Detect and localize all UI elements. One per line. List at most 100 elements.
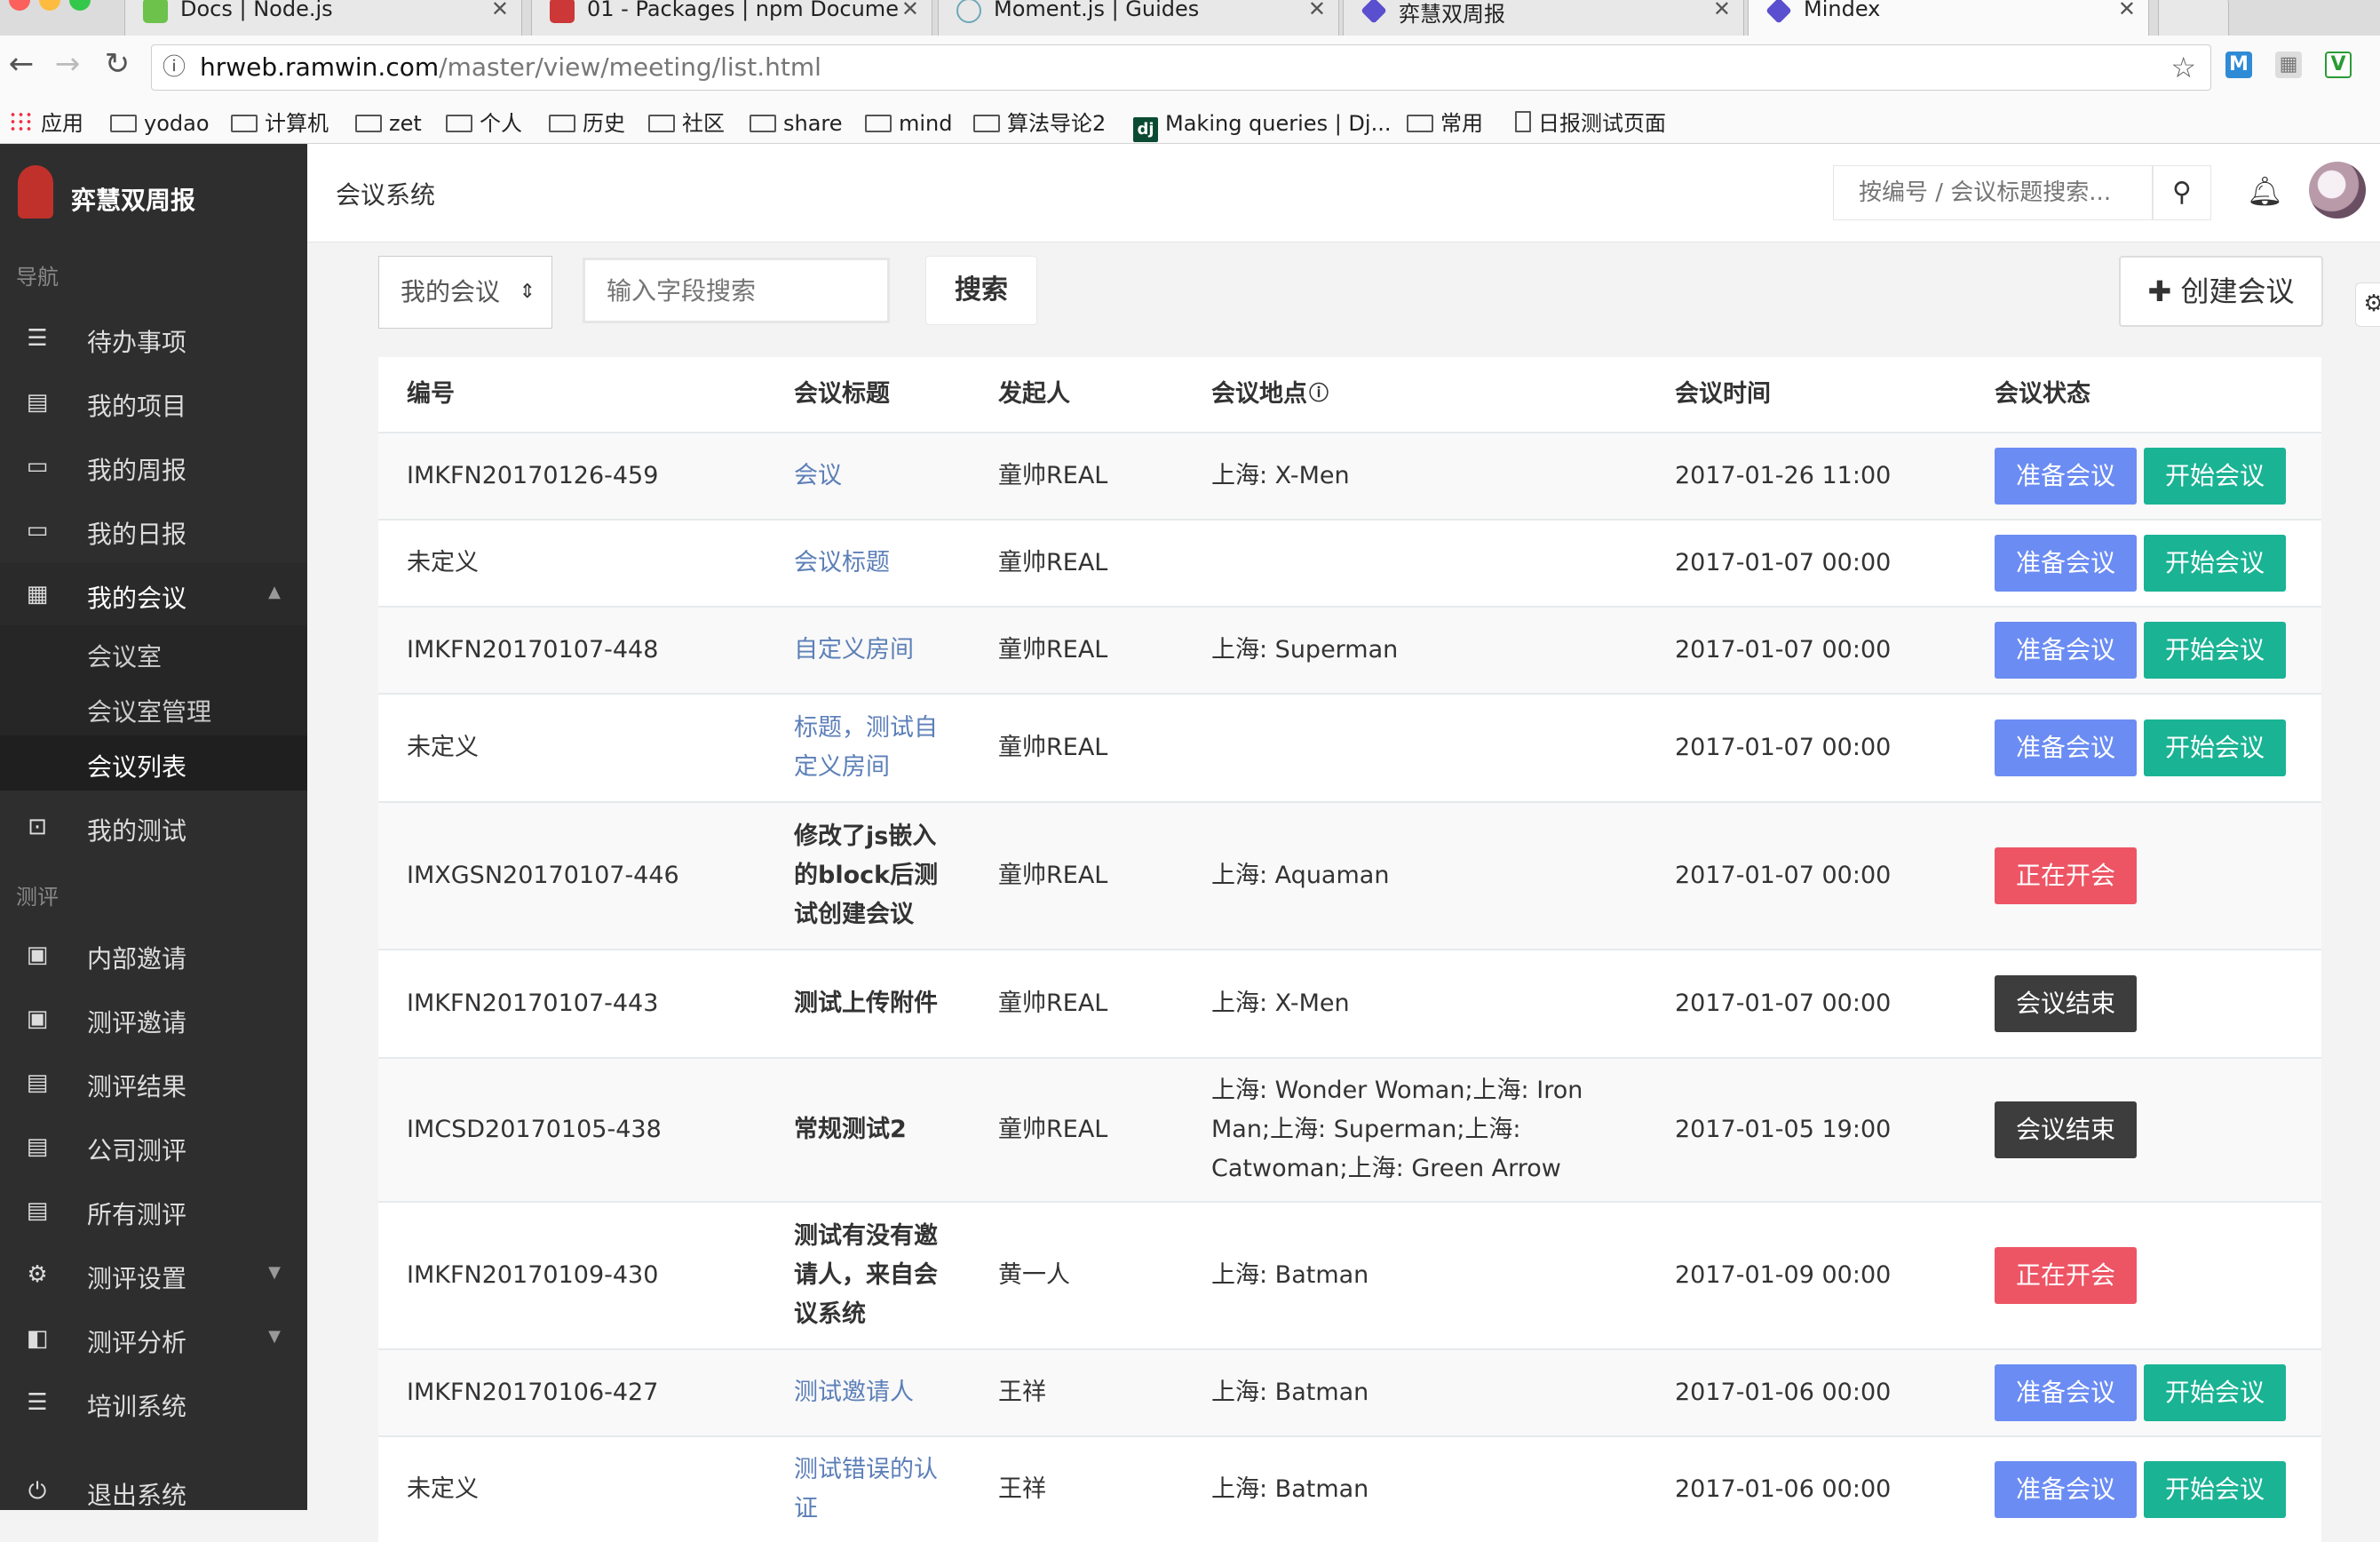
bookmark-folder[interactable]: 社区 [648, 103, 725, 144]
meeting-title-link[interactable]: 自定义房间 [794, 608, 954, 693]
field-search-input[interactable] [583, 258, 890, 323]
bookmark-apps[interactable]: 应用 [9, 103, 83, 144]
browser-tab[interactable]: 01 - Packages | npm Documen ✕ [531, 0, 932, 36]
prepare-meeting-button[interactable]: 准备会议 [1995, 719, 2138, 776]
bookmark-folder[interactable]: 算法导论2 [973, 103, 1106, 144]
tab-close-icon[interactable]: ✕ [1308, 0, 1326, 21]
browser-tab[interactable]: Moment.js | Guides ✕ [938, 0, 1339, 36]
bell-icon[interactable]: 🔔︎ [2247, 174, 2283, 208]
sidebar-item-my-tests[interactable]: ⊡ 我的测试 [0, 796, 307, 858]
start-meeting-button[interactable]: 开始会议 [2144, 535, 2287, 592]
sidebar-item-daily[interactable]: ▭ 我的日报 [0, 499, 307, 561]
meeting-title-link[interactable]: 会议 [794, 433, 954, 519]
start-meeting-button[interactable]: 开始会议 [2144, 719, 2287, 776]
bookmark-page[interactable]: 日报测试页面 [1515, 103, 1666, 144]
settings-gear-icon[interactable]: ⚙ [2355, 282, 2380, 327]
meeting-title-link[interactable]: 会议标题 [794, 521, 954, 606]
sidebar-item-projects[interactable]: ▤ 我的项目 [0, 371, 307, 433]
tab-close-icon[interactable]: ✕ [2118, 0, 2136, 21]
sidebar-item-eval-analysis[interactable]: ◧ 测评分析 ▼ [0, 1308, 307, 1370]
sidebar: 弈慧双周报 导航 ☰ 待办事项 ▤ 我的项目 ▭ 我的周报 ▭ 我的日报 ▦ 我… [0, 144, 307, 1510]
sidebar-item-eval-invite[interactable]: ▣ 测评邀请 [0, 988, 307, 1050]
sidebar-item-training[interactable]: ☰ 培训系统 [0, 1371, 307, 1434]
sidebar-item-label: 测评设置 [87, 1264, 187, 1293]
sidebar-subitem-rooms[interactable]: 会议室 [0, 625, 307, 680]
ended-badge[interactable]: 会议结束 [1995, 975, 2138, 1032]
top-search-input[interactable] [1833, 165, 2153, 220]
bookmark-folder[interactable]: share [750, 103, 843, 144]
meeting-title-link[interactable]: 标题，测试自定义房间 [794, 695, 954, 801]
meeting-status: 正在开会 [1995, 1203, 2314, 1348]
info-icon[interactable]: ⓘ [163, 45, 186, 90]
folder-icon [549, 115, 575, 132]
sidebar-item-todo[interactable]: ☰ 待办事项 [0, 307, 307, 370]
bookmark-folder[interactable]: 常用 [1407, 103, 1483, 144]
bookmark-folder[interactable]: yodao [110, 103, 210, 144]
start-meeting-button[interactable]: 开始会议 [2144, 622, 2287, 679]
window-close-button[interactable] [9, 0, 30, 11]
create-meeting-button[interactable]: ✚ 创建会议 [2119, 256, 2323, 327]
sidebar-item-eval-results[interactable]: ▤ 测评结果 [0, 1052, 307, 1114]
in-progress-badge[interactable]: 正在开会 [1995, 1247, 2138, 1304]
meeting-place: 上海: Superman [1211, 636, 1399, 664]
search-icon[interactable]: ⚲ [2153, 165, 2211, 220]
tab-close-icon[interactable]: ✕ [491, 0, 509, 21]
extension-m-icon[interactable]: M [2225, 52, 2252, 78]
bookmark-folder[interactable]: zet [355, 103, 422, 144]
window-minimize-button[interactable] [39, 0, 60, 11]
table-row: 未定义 标题，测试自定义房间 童帅REAL 2017-01-07 00:00 准备会议开… [378, 693, 2321, 801]
bookmark-folder[interactable]: 计算机 [231, 103, 329, 144]
bookmark-folder[interactable]: mind [865, 103, 953, 144]
sidebar-subitem-meeting-list[interactable]: 会议列表 [0, 735, 307, 791]
prepare-meeting-button[interactable]: 准备会议 [1995, 622, 2138, 679]
sidebar-item-meetings[interactable]: ▦ 我的会议 ▲ [0, 563, 307, 625]
prepare-meeting-button[interactable]: 准备会议 [1995, 535, 2138, 592]
back-arrow-icon[interactable]: ← [4, 46, 39, 82]
url-field[interactable]: ⓘ hrweb.ramwin.com/master/view/meeting/l… [151, 44, 2211, 91]
meeting-place: 上海: Batman [1211, 1379, 1369, 1406]
start-meeting-button[interactable]: 开始会议 [2144, 1364, 2287, 1421]
start-meeting-button[interactable]: 开始会议 [2144, 1461, 2287, 1518]
meeting-host: 王祥 [998, 1379, 1046, 1406]
brand[interactable]: 弈慧双周报 [0, 144, 307, 247]
search-button[interactable]: 搜索 [925, 256, 1037, 325]
table-row: 未定义 测试错误的认证 王祥 上海: Batman 2017-01-06 00:00 准备… [378, 1435, 2321, 1542]
bookmark-star-icon[interactable]: ☆ [2170, 45, 2196, 90]
prepare-meeting-button[interactable]: 准备会议 [1995, 448, 2138, 505]
diamond-icon [1361, 0, 1387, 24]
window-zoom-button[interactable] [69, 0, 91, 11]
bookmark-folder[interactable]: 历史 [549, 103, 625, 144]
sidebar-item-internal-invite[interactable]: ▣ 内部邀请 [0, 924, 307, 986]
sidebar-item-logout[interactable]: ⏻ 退出系统 [0, 1460, 307, 1522]
sidebar-item-all-eval[interactable]: ▤ 所有测评 [0, 1180, 307, 1242]
meeting-title-link[interactable]: 测试错误的认证 [794, 1437, 954, 1542]
meeting-host: 童帅REAL [998, 636, 1108, 664]
prepare-meeting-button[interactable]: 准备会议 [1995, 1364, 2138, 1421]
extension-layout-icon[interactable]: ▦ [2275, 52, 2302, 78]
start-meeting-button[interactable]: 开始会议 [2144, 448, 2287, 505]
sidebar-item-company-eval[interactable]: ▤ 公司测评 [0, 1116, 307, 1178]
prepare-meeting-button[interactable]: 准备会议 [1995, 1461, 2138, 1518]
avatar[interactable] [2309, 162, 2366, 219]
extension-v-icon[interactable]: V [2325, 52, 2352, 78]
browser-tab[interactable]: Docs | Node.js ✕ [124, 0, 522, 36]
clipboard-icon: ▤ [26, 1133, 49, 1160]
sidebar-subitem-room-admin[interactable]: 会议室管理 [0, 680, 307, 735]
meeting-title-link[interactable]: 测试邀请人 [794, 1350, 954, 1435]
sidebar-item-weekly[interactable]: ▭ 我的周报 [0, 435, 307, 497]
bookmark-folder[interactable]: 个人 [446, 103, 522, 144]
forward-arrow-icon[interactable]: → [50, 46, 85, 82]
browser-tab[interactable]: 弈慧双周报 ✕ [1343, 0, 1744, 36]
browser-tab-active[interactable]: Mindex ✕ [1748, 0, 2149, 36]
new-tab-button[interactable] [2158, 0, 2229, 36]
reload-icon[interactable]: ↻ [99, 46, 135, 82]
tab-close-icon[interactable]: ✕ [1713, 0, 1731, 21]
tab-close-icon[interactable]: ✕ [901, 0, 919, 21]
info-circle-icon[interactable]: ⓘ [1309, 375, 1329, 414]
in-progress-badge[interactable]: 正在开会 [1995, 847, 2138, 904]
scope-select[interactable]: 我的会议 ⇕ [378, 256, 552, 329]
bookmark-django[interactable]: dj Making queries | Dj... [1133, 103, 1391, 144]
sidebar-item-eval-settings[interactable]: ⚙ 测评设置 ▼ [0, 1244, 307, 1306]
page-icon [1515, 111, 1531, 132]
ended-badge[interactable]: 会议结束 [1995, 1101, 2138, 1158]
